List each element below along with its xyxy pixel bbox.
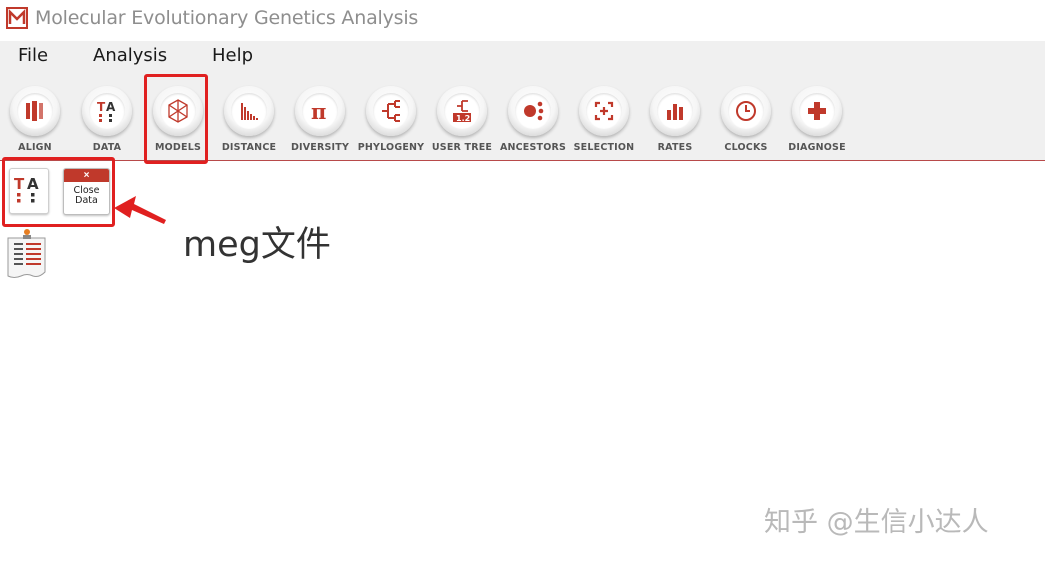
annotation-arrow [110,190,170,235]
phylogeny-tree-icon [382,100,400,122]
ta-data-icon: T A [97,100,116,122]
rates-chart-icon [667,104,683,120]
toolbar-data-button[interactable]: T A DATA [72,86,142,158]
selection-icon [594,101,614,121]
menu-help[interactable]: Help [212,45,253,66]
toolbar-clocks-button[interactable]: CLOCKS [711,86,781,158]
toolbar-diagnose-label: DIAGNOSE [788,142,846,153]
plus-icon [808,102,826,120]
toolbar-rates-button[interactable]: RATES [640,86,710,158]
toolbar-phylogeny-button[interactable]: PHYLOGENY [356,86,426,158]
distance-bars-icon [241,103,258,120]
toolbar-user-tree-button[interactable]: 1.2 USER TREE [427,86,497,158]
watermark: 知乎 @生信小达人 [764,507,989,538]
svg-text:π: π [311,99,326,124]
toolbar-diagnose-button[interactable]: DIAGNOSE [782,86,852,158]
clock-icon [736,101,756,121]
mega-logo-icon [6,7,28,29]
align-icon [26,101,43,121]
user-tree-icon: 1.2 [453,100,471,123]
svg-text:T: T [97,100,106,114]
window-title: Molecular Evolutionary Genetics Analysis [35,7,419,29]
toolbar-align-button[interactable]: ALIGN [0,86,70,158]
title-bar: Molecular Evolutionary Genetics Analysis [0,0,1045,38]
menu-bar: File Analysis Help [0,41,1045,70]
meg-document-icon[interactable] [5,226,51,285]
svg-text:1.2: 1.2 [456,114,470,123]
toolbar-ancestors-button[interactable]: ANCESTORS [498,86,568,158]
menu-file[interactable]: File [18,45,48,66]
toolbar-distance-button[interactable]: DISTANCE [214,86,284,158]
toolbar-diversity-button[interactable]: π DIVERSITY [285,86,355,158]
menu-analysis[interactable]: Analysis [93,45,167,66]
models-highlight-box [144,74,208,164]
svg-text:A: A [106,100,116,114]
toolbar-selection-button[interactable]: SELECTION [569,86,639,158]
ancestors-icon [524,101,544,121]
annotation-text: meg文件 [183,225,331,265]
data-buttons-highlight-box [2,157,115,227]
pi-icon: π [311,99,326,124]
